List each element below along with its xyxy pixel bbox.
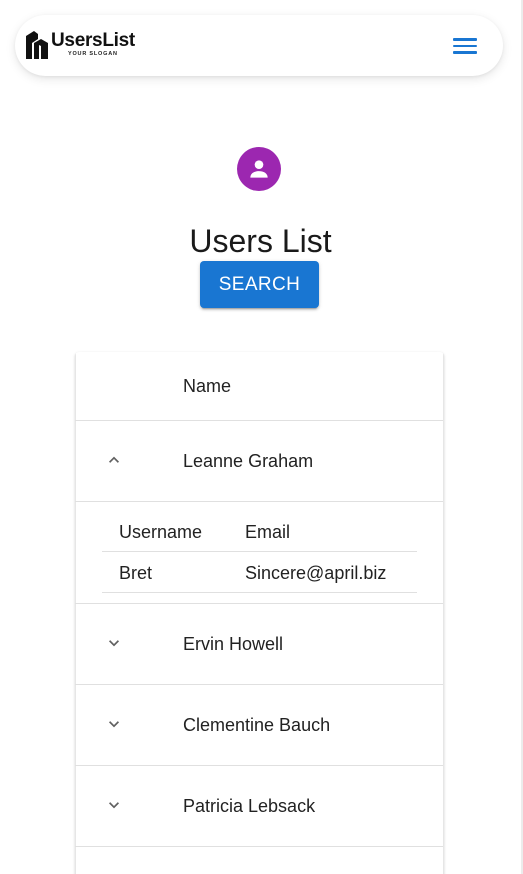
logo-mark-icon <box>26 31 48 59</box>
table-row[interactable]: Clementine Bauch <box>75 685 444 766</box>
chevron-up-icon <box>109 456 119 463</box>
logo-text: UsersList YOUR SLOGAN <box>51 30 135 58</box>
chevron-down-icon <box>109 721 119 728</box>
details-header-row: Username Email <box>102 516 417 552</box>
details-data-row: Bret Sincere@april.biz <box>102 552 417 593</box>
table-row[interactable] <box>75 847 444 874</box>
table-row[interactable]: Leanne Graham <box>75 421 444 502</box>
user-details-table: Username Email Bret Sincere@april.biz <box>102 516 417 593</box>
users-table: Name Leanne Graham Username Email Bret S… <box>75 352 444 874</box>
expand-row-button[interactable] <box>99 628 129 658</box>
column-header-email: Email <box>245 522 291 542</box>
person-icon <box>250 160 268 178</box>
table-header-row: Name <box>75 352 444 421</box>
collapse-row-button[interactable] <box>99 445 129 475</box>
user-name: Leanne Graham <box>183 451 314 471</box>
users-list-page: UsersList YOUR SLOGAN Users List SEARCH … <box>0 0 523 874</box>
hamburger-menu-icon[interactable] <box>453 37 477 55</box>
email-value: Sincere@april.biz <box>245 563 387 583</box>
menu-bar <box>453 44 477 48</box>
search-button[interactable]: SEARCH <box>200 261 319 308</box>
page-title: Users List <box>189 223 332 260</box>
table-row[interactable]: Ervin Howell <box>75 604 444 685</box>
user-name: Patricia Lebsack <box>183 796 316 816</box>
table-row[interactable]: Patricia Lebsack <box>75 766 444 847</box>
user-name: Clementine Bauch <box>183 715 331 735</box>
chevron-down-icon <box>109 640 119 647</box>
user-details-panel: Username Email Bret Sincere@april.biz <box>75 502 444 604</box>
menu-bar <box>453 51 477 54</box>
expand-row-button[interactable] <box>99 709 129 739</box>
chevron-down-icon <box>109 802 119 809</box>
menu-bar <box>453 38 477 41</box>
column-header-name: Name <box>183 376 232 396</box>
column-header-username: Username <box>119 522 203 542</box>
username-value: Bret <box>119 563 153 583</box>
logo[interactable]: UsersList YOUR SLOGAN <box>25 30 135 62</box>
logo-title: UsersList <box>51 30 135 51</box>
user-name: Ervin Howell <box>183 634 284 654</box>
app-header: UsersList YOUR SLOGAN <box>15 15 503 76</box>
avatar <box>237 147 281 191</box>
expand-row-button[interactable] <box>99 790 129 820</box>
logo-slogan: YOUR SLOGAN <box>68 51 118 57</box>
